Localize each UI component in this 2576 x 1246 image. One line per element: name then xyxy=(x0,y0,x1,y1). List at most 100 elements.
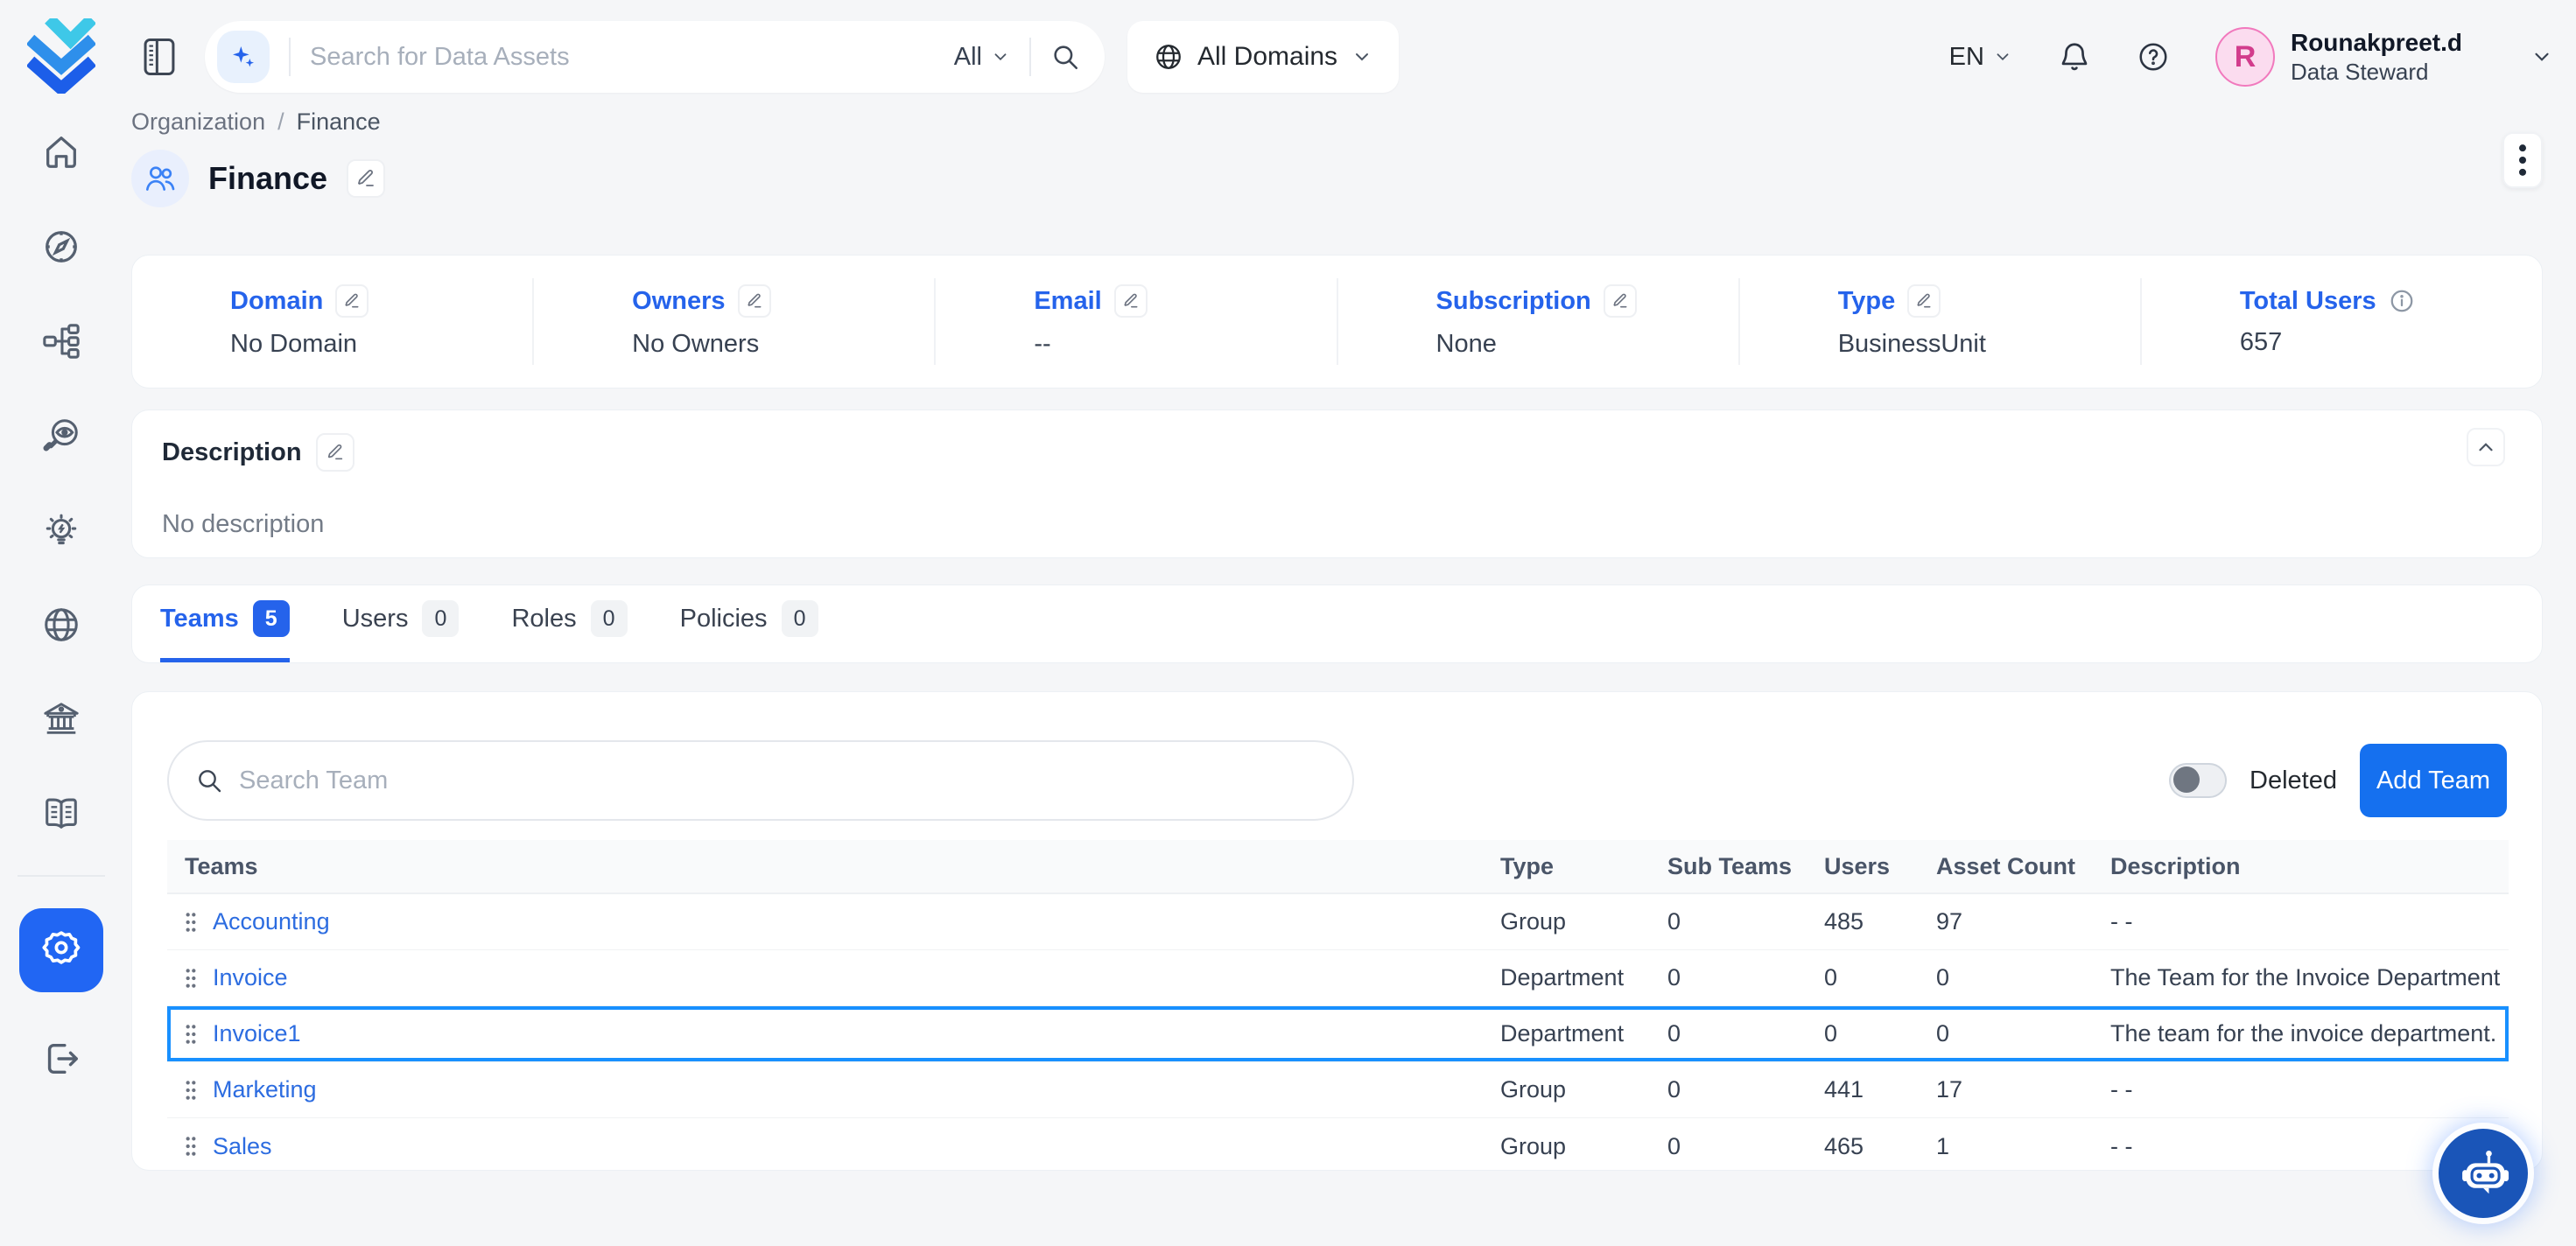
table-row-selected[interactable]: Invoice1 Department 0 0 0 The team for t… xyxy=(167,1006,2509,1062)
kebab-icon xyxy=(2518,143,2527,178)
cell-users: 441 xyxy=(1807,1076,1919,1103)
tab-teams[interactable]: Teams 5 xyxy=(160,600,290,662)
table-row[interactable]: Accounting Group 0 485 97 - - xyxy=(167,894,2509,950)
user-avatar[interactable]: R xyxy=(2215,27,2275,87)
edit-description-icon[interactable] xyxy=(316,433,354,472)
domains-dropdown[interactable]: All Domains xyxy=(1127,21,1399,93)
field-value: BusinessUnit xyxy=(1838,330,2140,359)
drag-handle-icon[interactable] xyxy=(185,1024,197,1045)
main-content: Organization / Finance Finance Domain No… xyxy=(123,114,2576,1171)
divider xyxy=(1029,38,1031,76)
description-empty-text: No description xyxy=(162,510,2512,539)
left-sidebar xyxy=(0,0,123,1246)
edit-subscription-icon[interactable] xyxy=(1604,284,1637,318)
tab-count-badge: 0 xyxy=(591,600,628,637)
summary-field-owners: Owners No Owners xyxy=(532,278,934,365)
cell-description: The Team for the Invoice Department xyxy=(2093,964,2509,991)
team-link[interactable]: Invoice1 xyxy=(213,1020,301,1047)
bell-icon[interactable] xyxy=(2058,40,2091,74)
team-link[interactable]: Sales xyxy=(213,1133,272,1160)
search-icon xyxy=(195,766,223,794)
field-label: Subscription xyxy=(1436,287,1591,316)
drag-handle-icon[interactable] xyxy=(185,912,197,933)
help-icon[interactable] xyxy=(2137,40,2170,74)
global-search-bar[interactable]: Search for Data Assets All xyxy=(205,21,1105,93)
edit-email-icon[interactable] xyxy=(1114,284,1148,318)
deleted-toggle[interactable] xyxy=(2169,763,2227,798)
breadcrumb-organization[interactable]: Organization xyxy=(131,108,265,136)
explore-compass-icon[interactable] xyxy=(40,226,82,268)
edit-type-icon[interactable] xyxy=(1907,284,1941,318)
table-header: Teams Type Sub Teams Users Asset Count D… xyxy=(167,840,2509,894)
edit-title-icon[interactable] xyxy=(347,159,385,198)
chatbot-button[interactable] xyxy=(2439,1129,2528,1218)
edit-domain-icon[interactable] xyxy=(335,284,369,318)
team-search-input[interactable] xyxy=(167,740,1354,821)
govern-bank-icon[interactable] xyxy=(40,698,82,740)
field-label: Type xyxy=(1838,287,1896,316)
deleted-toggle-label: Deleted xyxy=(2250,766,2337,795)
manage-kebab-menu[interactable] xyxy=(2502,132,2543,188)
cell-sub-teams: 0 xyxy=(1650,908,1807,935)
domains-globe-icon[interactable] xyxy=(40,604,82,646)
global-search-placeholder[interactable]: Search for Data Assets xyxy=(310,43,954,72)
topbar-right: EN R Rounakpreet.d Data Steward xyxy=(1949,27,2553,87)
tab-roles[interactable]: Roles 0 xyxy=(511,600,627,662)
search-icon[interactable] xyxy=(1050,42,1080,72)
observability-lens-icon[interactable] xyxy=(40,415,82,457)
logout-icon[interactable] xyxy=(40,1038,82,1080)
user-name: Rounakpreet.d xyxy=(2291,27,2462,58)
team-link[interactable]: Invoice xyxy=(213,964,288,991)
home-icon[interactable] xyxy=(40,131,82,173)
search-scope-dropdown[interactable]: All xyxy=(954,43,1010,72)
sidebar-collapse-icon[interactable] xyxy=(138,34,180,80)
col-type: Type xyxy=(1483,853,1650,880)
summary-field-type: Type BusinessUnit xyxy=(1738,278,2140,365)
field-label: Owners xyxy=(632,287,725,316)
table-row[interactable]: Sales Group 0 465 1 - - xyxy=(167,1118,2509,1174)
col-users: Users xyxy=(1807,853,1919,880)
breadcrumb-separator: / xyxy=(277,108,284,136)
user-menu[interactable]: R Rounakpreet.d Data Steward xyxy=(2215,27,2462,87)
cell-users: 0 xyxy=(1807,1020,1919,1047)
cell-type: Department xyxy=(1483,964,1650,991)
tab-policies[interactable]: Policies 0 xyxy=(680,600,818,662)
drag-handle-icon[interactable] xyxy=(185,1080,197,1101)
topbar: Search for Data Assets All All Domains E… xyxy=(123,0,2576,114)
domains-dropdown-label: All Domains xyxy=(1197,42,1337,72)
team-link[interactable]: Marketing xyxy=(213,1076,317,1103)
drag-handle-icon[interactable] xyxy=(185,1136,197,1157)
cell-asset-count: 17 xyxy=(1919,1076,2093,1103)
sidebar-nav xyxy=(40,131,82,835)
drag-handle-icon[interactable] xyxy=(185,968,197,989)
tab-users[interactable]: Users 0 xyxy=(342,600,460,662)
field-label: Domain xyxy=(230,287,323,316)
settings-gear-icon[interactable] xyxy=(19,908,103,992)
team-search-field[interactable] xyxy=(239,766,1326,795)
insights-bulb-icon[interactable] xyxy=(40,509,82,551)
collapse-chevron-up-icon[interactable] xyxy=(2467,428,2505,466)
description-title: Description xyxy=(162,438,302,467)
ai-sparkle-icon[interactable] xyxy=(217,31,270,83)
cell-users: 465 xyxy=(1807,1133,1919,1160)
globe-icon xyxy=(1154,42,1183,72)
cell-users: 485 xyxy=(1807,908,1919,935)
cell-asset-count: 1 xyxy=(1919,1133,2093,1160)
table-row[interactable]: Marketing Group 0 441 17 - - xyxy=(167,1062,2509,1118)
teams-table: Teams Type Sub Teams Users Asset Count D… xyxy=(167,840,2509,1174)
chevron-down-icon[interactable] xyxy=(2530,46,2553,68)
table-row[interactable]: Invoice Department 0 0 0 The Team for th… xyxy=(167,950,2509,1006)
hierarchy-icon[interactable] xyxy=(40,320,82,362)
team-link[interactable]: Accounting xyxy=(213,908,330,935)
app-logo[interactable] xyxy=(25,16,98,96)
add-team-button[interactable]: Add Team xyxy=(2360,744,2507,817)
breadcrumb: Organization / Finance xyxy=(131,108,2543,136)
edit-owners-icon[interactable] xyxy=(738,284,771,318)
col-teams: Teams xyxy=(167,853,1483,880)
glossary-book-icon[interactable] xyxy=(40,793,82,835)
user-role: Data Steward xyxy=(2291,58,2462,87)
summary-field-domain: Domain No Domain xyxy=(132,278,532,365)
cell-sub-teams: 0 xyxy=(1650,1020,1807,1047)
language-selector[interactable]: EN xyxy=(1949,43,2012,72)
chevron-down-icon xyxy=(1351,46,1372,67)
